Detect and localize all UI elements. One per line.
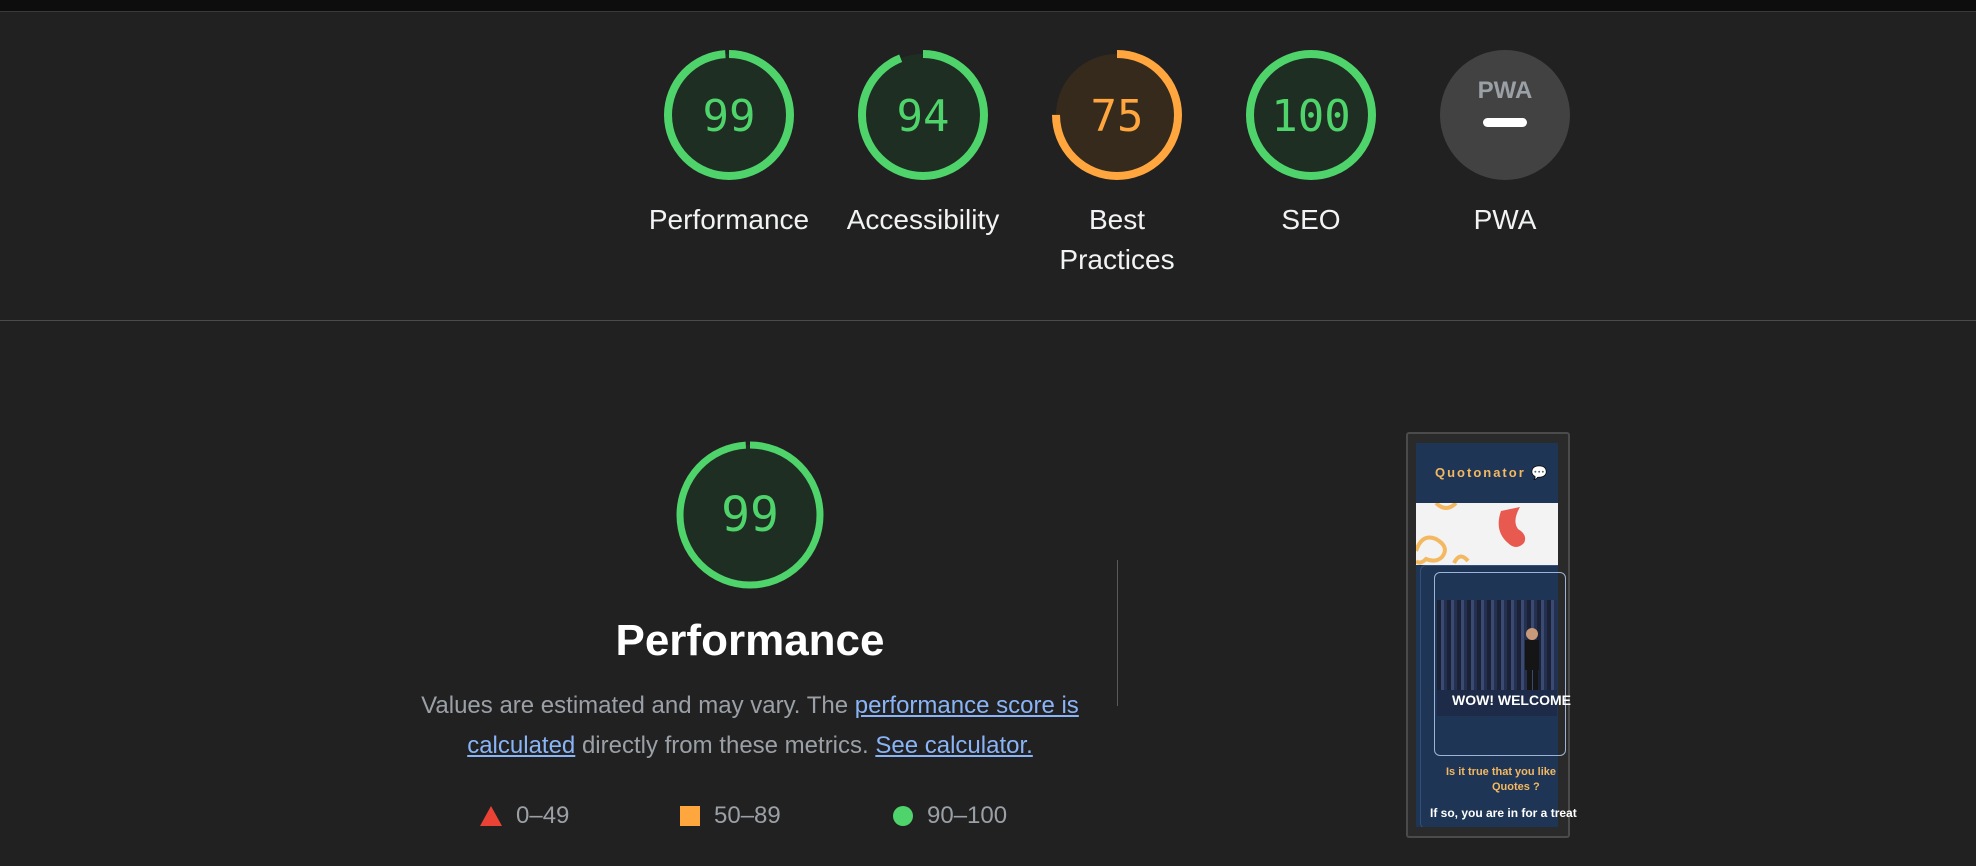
legend-pass-label: 90–100: [927, 802, 1008, 829]
gauge-ring-best-practices: 75: [1052, 50, 1182, 180]
gauge-accessibility[interactable]: 94 Accessibility: [833, 50, 1013, 240]
final-screenshot-thumbnail[interactable]: Quotonator 💬 WOW! WELCOME Is it true tha…: [1406, 432, 1577, 838]
thumb-question: Is it true that you like Quotes ?: [1446, 765, 1586, 795]
gauge-ring-seo: 100: [1246, 50, 1376, 180]
gauge-pwa[interactable]: PWA PWA: [1415, 50, 1595, 240]
decorative-shapes-icon: [1416, 501, 1526, 565]
performance-score: 99: [721, 487, 779, 543]
svg-text:100: 100: [1271, 91, 1350, 142]
thumb-welcome-text: WOW! WELCOME: [1452, 692, 1571, 708]
legend-average-label: 50–89: [714, 802, 781, 829]
gauge-performance[interactable]: 99 Performance: [639, 50, 819, 240]
gauge-label-accessibility: Accessibility: [846, 204, 1000, 235]
gauge-ring-accessibility: 94: [858, 50, 988, 180]
thumb-question-line1: Is it true that you like: [1446, 766, 1557, 778]
see-calculator-link[interactable]: See calculator.: [875, 732, 1032, 759]
gauge-label-pwa: PWA: [1473, 204, 1537, 235]
average-square-icon: [680, 806, 700, 826]
desc-middle: directly from these metrics.: [575, 732, 876, 759]
thumb-brand: Quotonator 💬: [1435, 465, 1550, 480]
gauge-label-seo: SEO: [1281, 204, 1341, 235]
score-legend: 0–49 50–89 90–100: [470, 802, 1070, 832]
thumb-header: Quotonator 💬: [1416, 443, 1558, 503]
thumb-hero-pattern: [1416, 501, 1558, 565]
gauge-best-practices[interactable]: 75 Best Practices: [1027, 50, 1207, 280]
gauge-ring-performance: 99: [664, 50, 794, 180]
thumb-subtext: If so, you are in for a treat: [1430, 806, 1577, 820]
performance-title: Performance: [615, 616, 885, 665]
performance-description: Values are estimated and may vary. The p…: [420, 686, 1080, 766]
legend-average: 50–89: [680, 802, 781, 830]
desc-prefix: Values are estimated and may vary. The: [421, 692, 855, 719]
window-top-bar: [0, 0, 1976, 12]
vertical-divider: [1117, 560, 1118, 706]
pwa-badge-icon: PWA: [1440, 50, 1570, 180]
svg-text:75: 75: [1091, 91, 1144, 142]
section-divider: [0, 320, 1976, 321]
fail-triangle-icon: [480, 806, 502, 826]
thumb-question-line2: Quotes ?: [1492, 781, 1540, 793]
performance-section: 99 Performance Values are estimated and …: [400, 440, 1100, 766]
svg-text:PWA: PWA: [1478, 77, 1533, 104]
gauge-seo[interactable]: 100 SEO: [1221, 50, 1401, 240]
gauge-label-best-practices: Best Practices: [1059, 204, 1175, 275]
pass-circle-icon: [893, 806, 913, 826]
legend-pass: 90–100: [893, 802, 1007, 830]
score-gauges-row: 99 Performance 94 Accessibility 75 Best …: [0, 50, 1976, 320]
svg-text:94: 94: [897, 91, 950, 142]
svg-text:99: 99: [703, 91, 756, 142]
performance-gauge-large: 99: [676, 441, 824, 589]
gauge-label-performance: Performance: [648, 204, 810, 235]
legend-fail: 0–49: [480, 802, 569, 830]
legend-fail-label: 0–49: [516, 802, 570, 829]
